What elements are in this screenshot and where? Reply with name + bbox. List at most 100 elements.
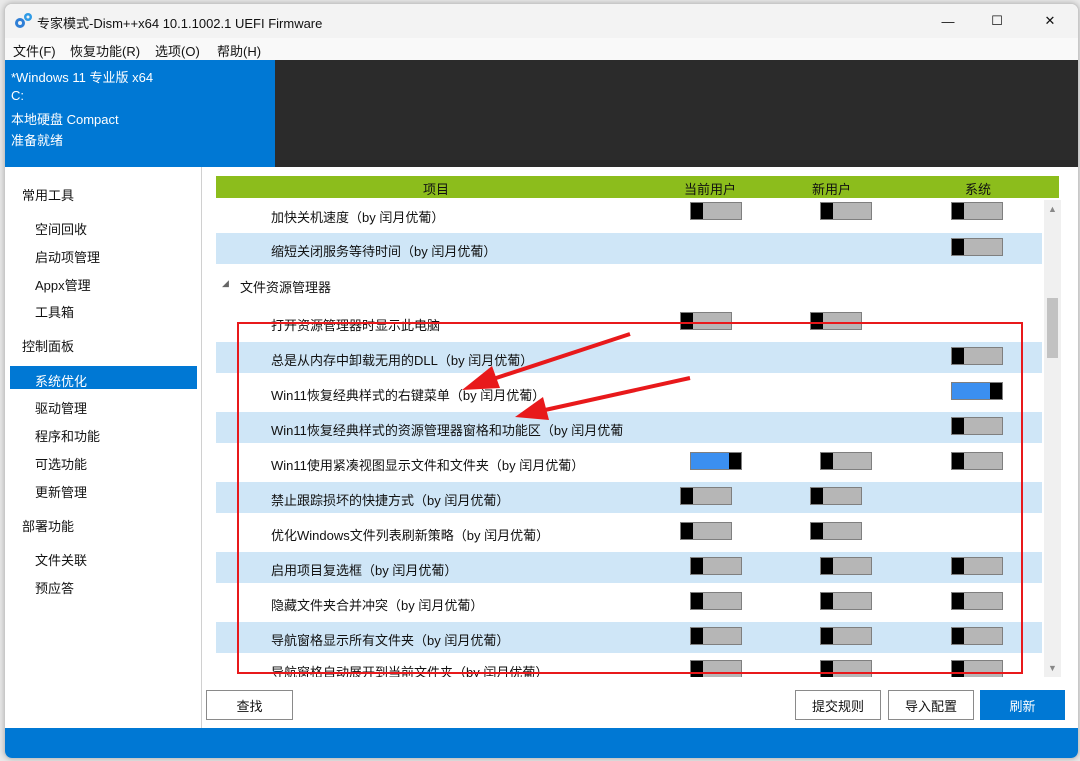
system-toggle[interactable] — [951, 557, 1003, 575]
new-user-toggle[interactable] — [820, 660, 872, 677]
new-user-toggle[interactable] — [810, 312, 862, 330]
new-user-toggle[interactable] — [820, 592, 872, 610]
current-user-toggle[interactable] — [690, 627, 742, 645]
sidebar-item-file-assoc[interactable]: 文件关联 — [35, 550, 87, 569]
current-user-toggle[interactable] — [690, 202, 742, 220]
find-button[interactable]: 查找 — [206, 690, 293, 720]
row-label: 缩短关闭服务等待时间（by 闰月优葡） — [271, 244, 497, 259]
row-label: 导航窗格自动展开到当前文件夹（by 闰月优葡） — [271, 665, 549, 677]
new-user-toggle[interactable] — [820, 557, 872, 575]
maximize-button[interactable]: ☐ — [974, 4, 1020, 38]
current-user-toggle[interactable] — [690, 557, 742, 575]
new-user-toggle[interactable] — [820, 202, 872, 220]
system-toggle[interactable] — [951, 660, 1003, 677]
refresh-button[interactable]: 刷新 — [980, 690, 1065, 720]
sidebar-item-appx[interactable]: Appx管理 — [35, 275, 91, 294]
new-user-toggle[interactable] — [820, 452, 872, 470]
table-row: 导航窗格自动展开到当前文件夹（by 闰月优葡） — [216, 657, 1042, 677]
close-button[interactable]: ✕ — [1027, 4, 1073, 38]
current-user-toggle[interactable] — [680, 522, 732, 540]
sidebar-item-drivers[interactable]: 驱动管理 — [35, 398, 87, 417]
sidebar-group-common-tools: 常用工具 — [22, 188, 75, 203]
current-user-toggle[interactable] — [690, 660, 742, 677]
system-toggle[interactable] — [951, 627, 1003, 645]
new-user-toggle[interactable] — [820, 627, 872, 645]
table-row: 打开资源管理器时显示此电脑 — [216, 307, 1042, 338]
table-row: 导航窗格显示所有文件夹（by 闰月优葡） — [216, 622, 1042, 653]
table-row: 禁止跟踪损坏的快捷方式（by 闰月优葡） — [216, 482, 1042, 513]
column-new-user: 新用户 — [812, 182, 852, 197]
system-toggle[interactable] — [951, 452, 1003, 470]
session-info-panel[interactable]: *Windows 11 专业版 x64 C: 本地硬盘 Compact 准备就绪 — [5, 60, 275, 167]
sidebar-item-toolbox[interactable]: 工具箱 — [35, 302, 74, 321]
system-toggle[interactable] — [951, 202, 1003, 220]
table-header: 项目 当前用户 新用户 系统 — [216, 176, 1059, 198]
table-row: 加快关机速度（by 闰月优葡） — [216, 199, 1042, 230]
maximize-icon: ☐ — [991, 13, 1003, 28]
table-row: 启用项目复选框（by 闰月优葡） — [216, 552, 1042, 583]
menu-bar: 文件(F) 恢复功能(R) 选项(O) 帮助(H) — [5, 38, 1078, 60]
menu-file[interactable]: 文件(F) — [13, 41, 56, 60]
minimize-button[interactable]: — — [925, 4, 971, 38]
table-row: 优化Windows文件列表刷新策略（by 闰月优葡） — [216, 517, 1042, 548]
drive-label: C: — [11, 88, 24, 103]
scroll-up-icon[interactable]: ▲ — [1048, 204, 1057, 214]
sidebar-item-startup[interactable]: 启动项管理 — [35, 247, 100, 266]
new-user-toggle[interactable] — [810, 522, 862, 540]
bottom-toolbar: 查找 提交规则 导入配置 刷新 — [202, 690, 1078, 728]
minimize-icon: — — [941, 13, 955, 29]
current-user-toggle[interactable] — [680, 312, 732, 330]
table-row: Win11恢复经典样式的右键菜单（by 闰月优葡） — [216, 377, 1042, 408]
table-row: 总是从内存中卸载无用的DLL（by 闰月优葡） — [216, 342, 1042, 373]
menu-restore[interactable]: 恢复功能(R) — [70, 41, 140, 60]
current-user-toggle[interactable] — [690, 452, 742, 470]
os-label: *Windows 11 专业版 x64 — [11, 70, 154, 85]
status-label: 准备就绪 — [11, 133, 64, 148]
system-toggle[interactable] — [951, 592, 1003, 610]
system-toggle[interactable] — [951, 238, 1003, 256]
current-user-toggle[interactable] — [690, 592, 742, 610]
menu-options[interactable]: 选项(O) — [155, 41, 200, 60]
row-label: 打开资源管理器时显示此电脑 — [271, 318, 441, 333]
scrollbar-thumb[interactable] — [1047, 298, 1058, 358]
sidebar-item-updates[interactable]: 更新管理 — [35, 482, 87, 501]
row-label: 导航窗格显示所有文件夹（by 闰月优葡） — [271, 633, 510, 648]
sidebar-item-optional-features[interactable]: 可选功能 — [35, 454, 87, 473]
row-label: 禁止跟踪损坏的快捷方式（by 闰月优葡） — [271, 493, 510, 508]
system-toggle[interactable] — [951, 347, 1003, 365]
row-label: 启用项目复选框（by 闰月优葡） — [271, 563, 458, 578]
sidebar-item-system-optimize[interactable]: 系统优化 — [35, 371, 87, 390]
column-current-user: 当前用户 — [684, 182, 737, 197]
import-config-button[interactable]: 导入配置 — [888, 690, 974, 720]
row-label: Win11恢复经典样式的资源管理器窗格和功能区（by 闰月优葡 — [271, 423, 624, 438]
new-user-toggle[interactable] — [810, 487, 862, 505]
session-list-area — [275, 60, 1078, 167]
system-toggle[interactable] — [951, 382, 1003, 400]
menu-help[interactable]: 帮助(H) — [217, 41, 261, 60]
scroll-down-icon[interactable]: ▼ — [1048, 663, 1057, 673]
sidebar-item-answer-file[interactable]: 预应答 — [35, 578, 74, 597]
sidebar-item-space-recovery[interactable]: 空间回收 — [35, 219, 87, 238]
collapse-triangle-icon[interactable]: ◢ — [222, 278, 229, 289]
app-window: 专家模式-Dism++x64 10.1.1002.1 UEFI Firmware… — [4, 3, 1079, 759]
sidebar-group-control-panel: 控制面板 — [22, 339, 75, 354]
section-row[interactable]: ◢ 文件资源管理器 — [216, 269, 1042, 300]
row-label: 隐藏文件夹合并冲突（by 闰月优葡） — [271, 598, 484, 613]
table-row: Win11使用紧凑视图显示文件和文件夹（by 闰月优葡） — [216, 447, 1042, 478]
sidebar-item-programs[interactable]: 程序和功能 — [35, 426, 100, 445]
window-title: 专家模式-Dism++x64 10.1.1002.1 UEFI Firmware — [37, 16, 323, 31]
submit-rule-button[interactable]: 提交规则 — [795, 690, 881, 720]
table-row: Win11恢复经典样式的资源管理器窗格和功能区（by 闰月优葡 — [216, 412, 1042, 443]
gears-app-icon — [15, 13, 32, 28]
system-toggle[interactable] — [951, 417, 1003, 435]
table-row: 隐藏文件夹合并冲突（by 闰月优葡） — [216, 587, 1042, 618]
current-user-toggle[interactable] — [680, 487, 732, 505]
column-item: 项目 — [423, 182, 450, 197]
row-label: Win11恢复经典样式的右键菜单（by 闰月优葡） — [271, 388, 546, 403]
section-label: 文件资源管理器 — [240, 280, 332, 295]
vertical-scrollbar[interactable]: ▲ ▼ — [1044, 200, 1061, 677]
disk-label: 本地硬盘 Compact — [11, 112, 119, 127]
optimization-table: 项目 当前用户 新用户 系统 加快关机速度（by 闰月优葡） 缩短关闭服务等待时… — [202, 167, 1078, 691]
title-bar: 专家模式-Dism++x64 10.1.1002.1 UEFI Firmware… — [5, 4, 1078, 38]
table-row: 缩短关闭服务等待时间（by 闰月优葡） — [216, 233, 1042, 264]
